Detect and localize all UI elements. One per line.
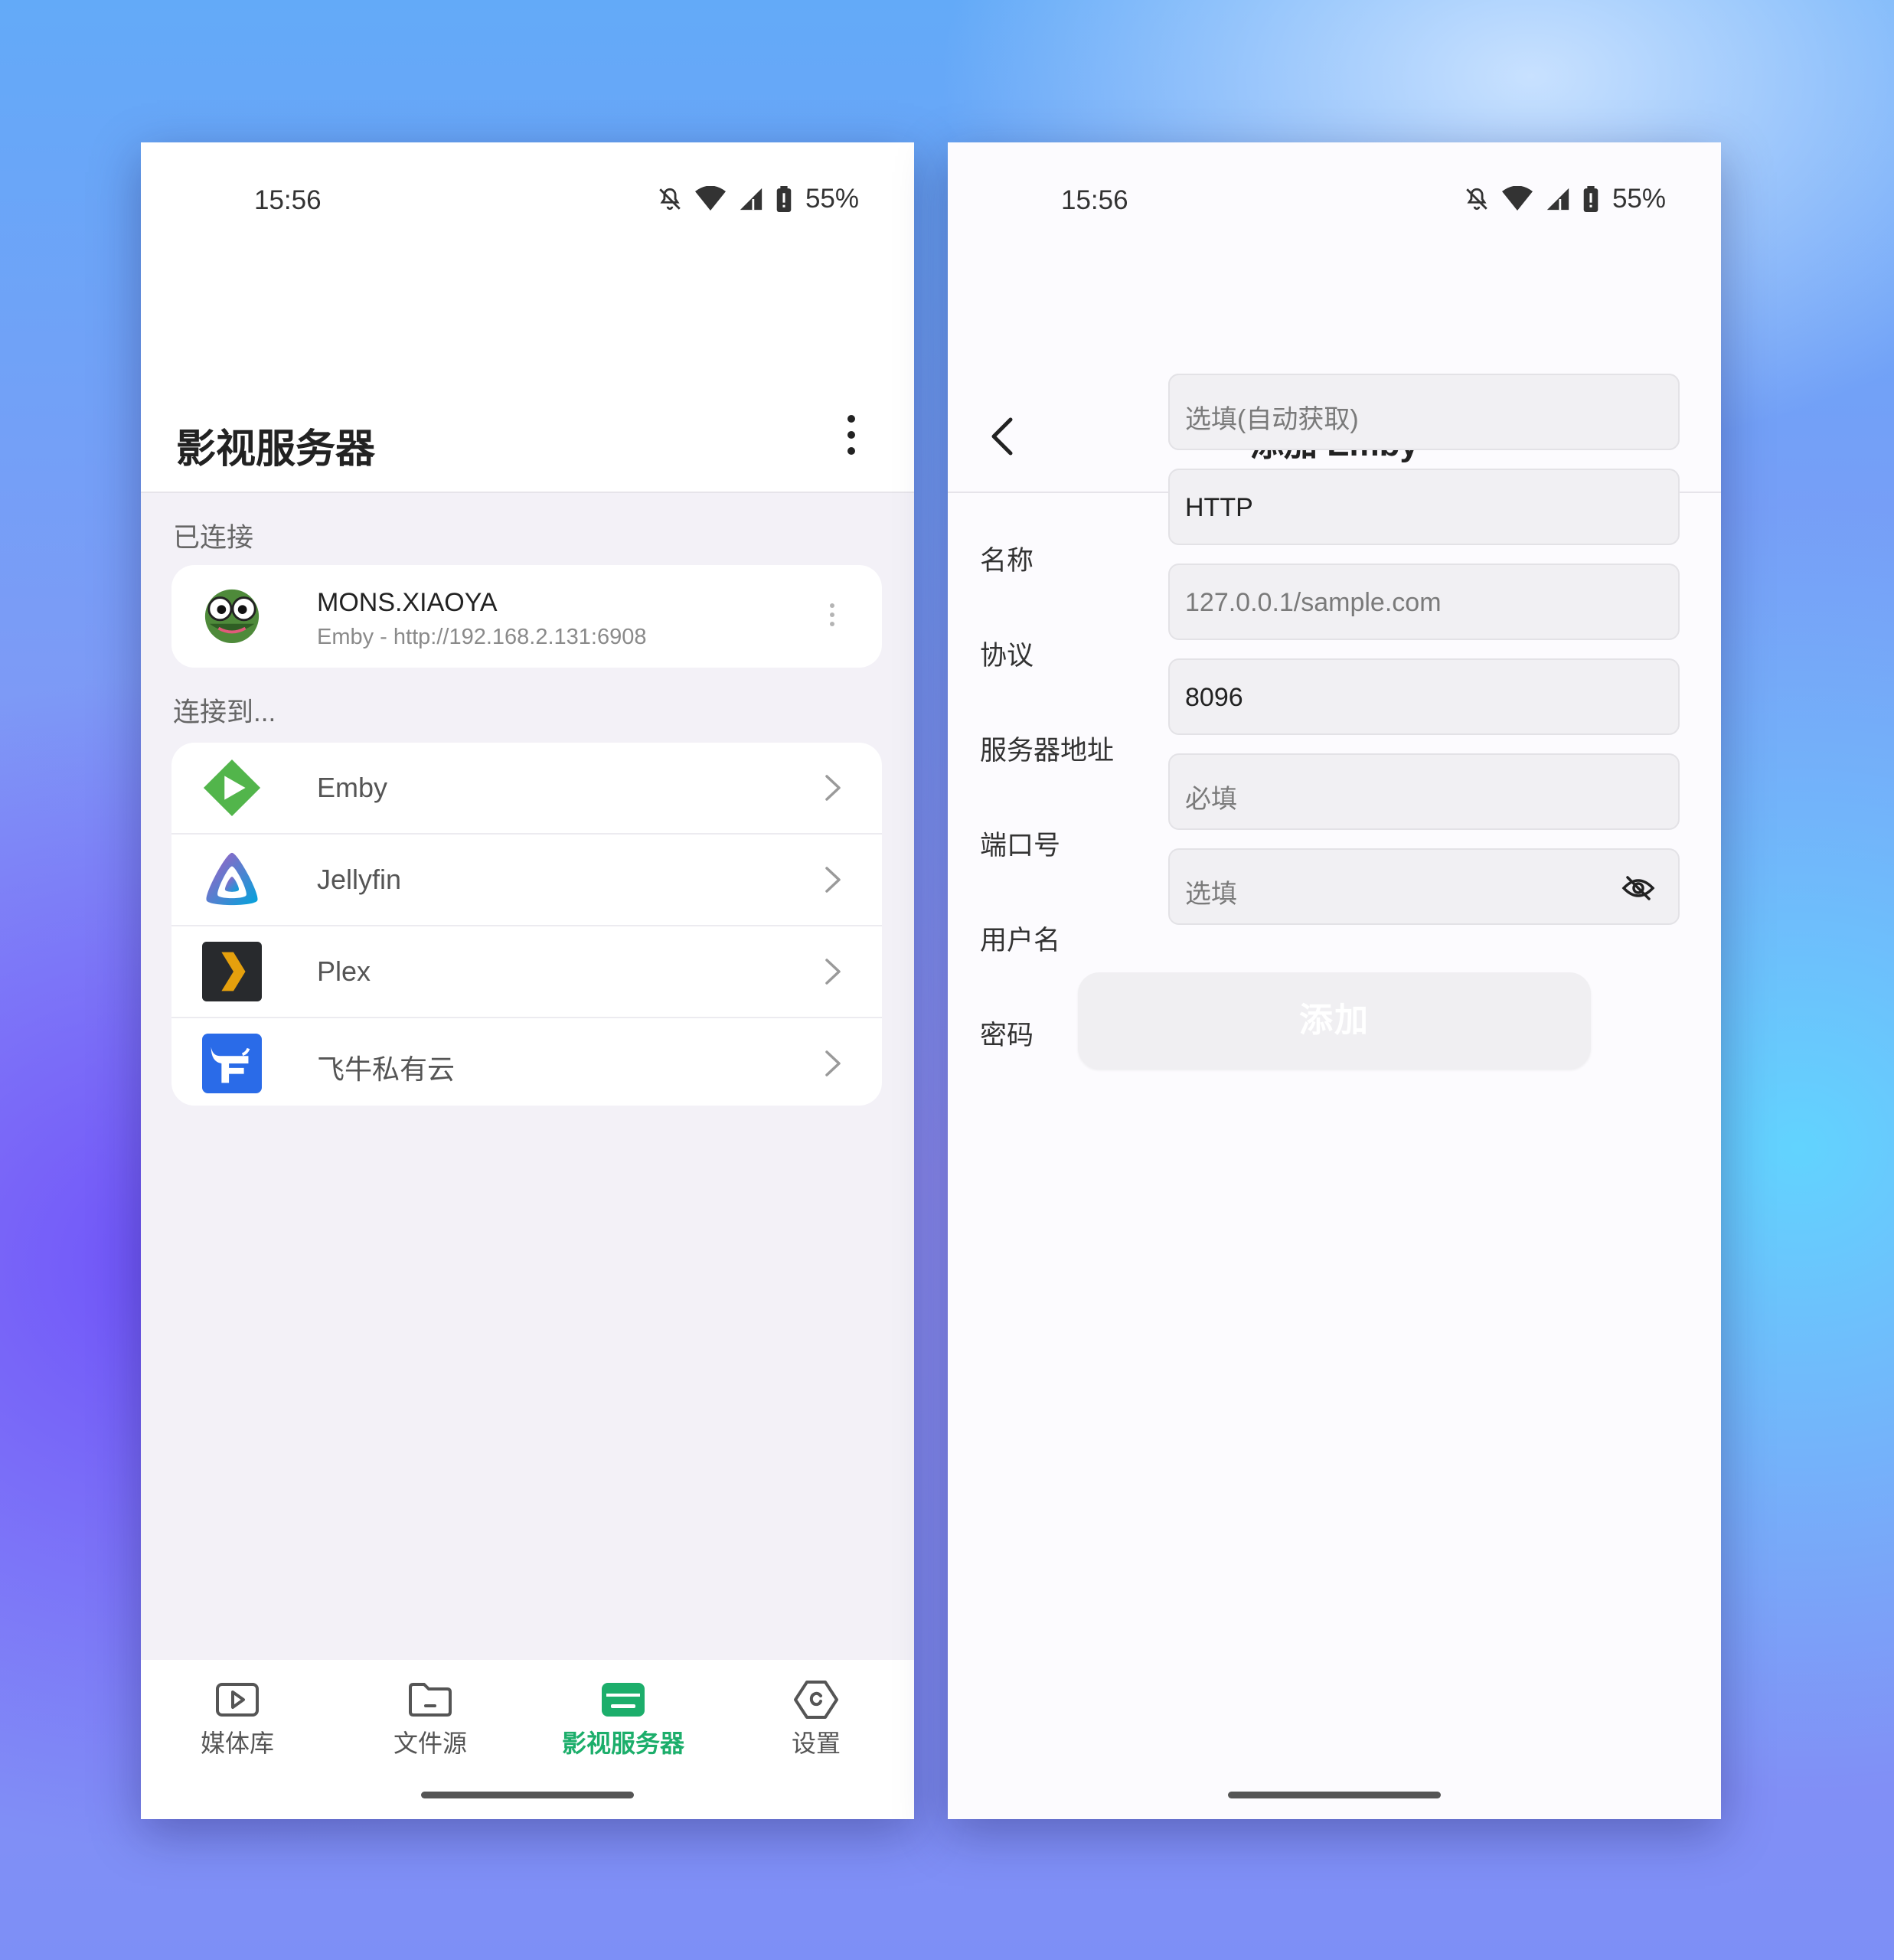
home-indicator (421, 1792, 634, 1798)
status-time: 15:56 (1061, 185, 1128, 215)
add-button-label: 添加 (1299, 1001, 1370, 1039)
connect-to-section-label: 连接到... (173, 697, 276, 727)
nav-media-server[interactable]: 影视服务器 (539, 1680, 707, 1759)
server-name: MONS.XIAOYA (317, 588, 498, 617)
nav-label: 媒体库 (200, 1730, 274, 1757)
chevron-right-icon (825, 867, 841, 893)
address-label: 服务器地址 (980, 736, 1115, 766)
connected-section-label: 已连接 (173, 523, 254, 553)
eye-off-icon[interactable] (1621, 874, 1655, 902)
add-button[interactable]: 添加 (1078, 972, 1591, 1069)
bell-off-icon (1466, 188, 1487, 211)
status-icons: 55% (657, 184, 859, 214)
server-list-screen: 15:56 55% 影视服务器 已连接 MONS.XIAOYA Emby - h… (141, 142, 914, 1819)
battery-percent: 55% (1612, 184, 1666, 214)
home-indicator (1228, 1792, 1441, 1798)
battery-percent: 55% (805, 184, 859, 214)
page-title: 影视服务器 (176, 427, 376, 472)
port-label: 端口号 (980, 831, 1061, 861)
list-item-feiniu[interactable]: 飞牛私有云 (171, 1018, 882, 1106)
emby-icon (203, 759, 261, 817)
server-icon (602, 1683, 645, 1717)
nav-label: 设置 (791, 1730, 841, 1757)
battery-icon (776, 186, 792, 212)
list-item-emby[interactable]: Emby (171, 743, 882, 833)
port-value: 8096 (1185, 683, 1243, 712)
signal-icon (1546, 188, 1569, 211)
settings-icon (794, 1681, 838, 1719)
list-item-plex[interactable]: Plex (171, 926, 882, 1017)
media-library-icon (216, 1683, 259, 1717)
wifi-icon (694, 186, 726, 211)
service-list: Emby Jellyfin Plex 飞牛私有云 (171, 743, 882, 1106)
service-label: Plex (317, 956, 371, 987)
username-placeholder: 必填 (1185, 785, 1237, 814)
password-field[interactable]: 选填 (1168, 848, 1680, 925)
plex-icon (202, 942, 262, 1001)
signal-icon (740, 188, 762, 211)
username-field[interactable]: 必填 (1168, 753, 1680, 830)
wifi-icon (1501, 186, 1533, 211)
chevron-right-icon (825, 959, 841, 985)
status-icons: 55% (1464, 184, 1666, 214)
service-label: Jellyfin (317, 864, 402, 895)
folder-icon (409, 1683, 452, 1717)
password-label: 密码 (980, 1021, 1034, 1050)
nav-label: 文件源 (393, 1730, 467, 1757)
avatar (204, 589, 260, 644)
more-options-button[interactable] (844, 415, 859, 455)
add-emby-screen: 15:56 55% 添加 Emby 名称 选填(自动获取) 协议 HTTP 服务… (948, 142, 1721, 1819)
connected-server-card[interactable]: MONS.XIAOYA Emby - http://192.168.2.131:… (171, 565, 882, 668)
service-label: 飞牛私有云 (317, 1054, 456, 1085)
list-item-jellyfin[interactable]: Jellyfin (171, 835, 882, 925)
nav-settings[interactable]: 设置 (732, 1680, 900, 1759)
nav-label: 影视服务器 (561, 1730, 684, 1757)
name-placeholder: 选填(自动获取) (1185, 405, 1359, 434)
nav-file-source[interactable]: 文件源 (346, 1680, 514, 1759)
status-time: 15:56 (254, 185, 322, 215)
service-label: Emby (317, 772, 388, 803)
address-field[interactable]: 127.0.0.1/sample.com (1168, 564, 1680, 640)
server-address: Emby - http://192.168.2.131:6908 (317, 625, 647, 649)
nav-media-library[interactable]: 媒体库 (153, 1680, 322, 1759)
protocol-value: HTTP (1185, 493, 1253, 522)
chevron-right-icon (825, 1050, 841, 1076)
jellyfin-icon (206, 852, 258, 906)
port-field[interactable]: 8096 (1168, 658, 1680, 735)
protocol-field[interactable]: HTTP (1168, 469, 1680, 545)
name-field[interactable]: 选填(自动获取) (1168, 374, 1680, 450)
battery-icon (1583, 186, 1598, 212)
divider (141, 492, 914, 493)
name-label: 名称 (980, 546, 1034, 576)
address-placeholder: 127.0.0.1/sample.com (1185, 588, 1442, 617)
feiniu-icon (202, 1034, 262, 1093)
chevron-right-icon (825, 775, 841, 801)
bell-off-icon (659, 188, 681, 211)
server-more-button[interactable] (830, 603, 834, 631)
protocol-label: 协议 (980, 641, 1034, 671)
username-label: 用户名 (980, 926, 1061, 956)
password-placeholder: 选填 (1185, 880, 1237, 909)
